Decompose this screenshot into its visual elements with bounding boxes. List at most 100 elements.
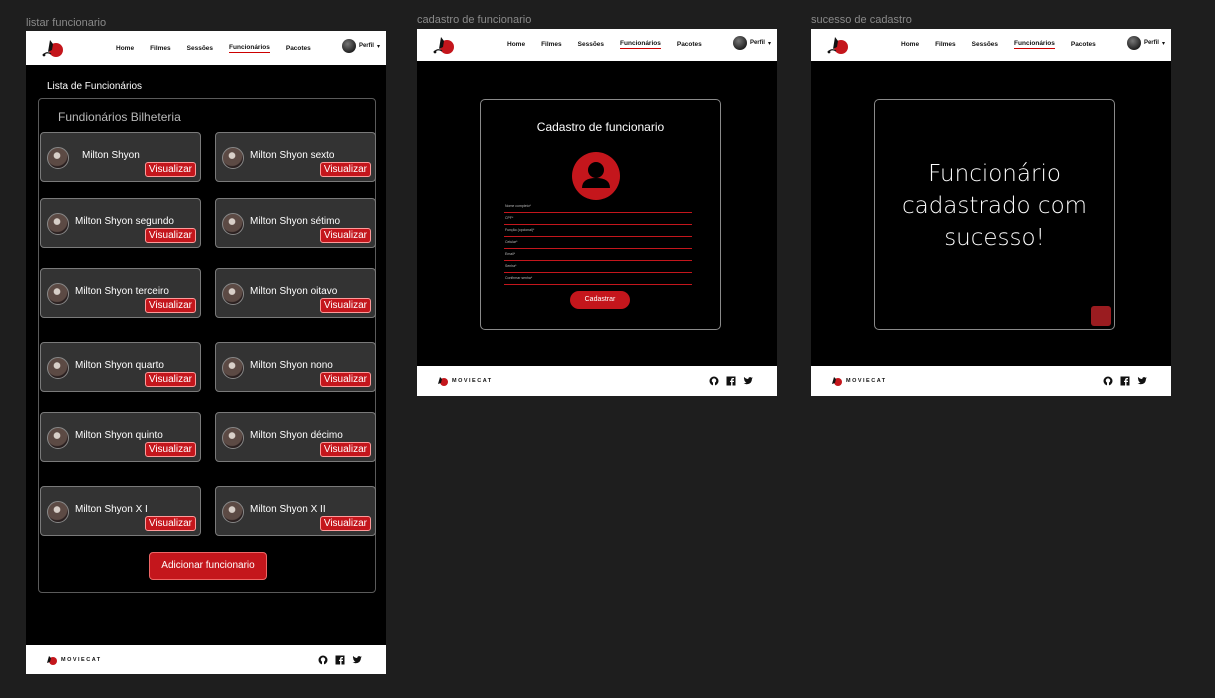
- nav-pacotes[interactable]: Pacotes: [1071, 41, 1096, 48]
- frame-label-success: sucesso de cadastro: [811, 14, 912, 26]
- employee-card[interactable]: Milton Shyon terceiro Visualizar: [40, 268, 201, 318]
- footer-logo[interactable]: MOVIECAT: [435, 375, 493, 387]
- form-field[interactable]: Confirmar senha*: [504, 274, 692, 285]
- form-field[interactable]: Senha*: [504, 262, 692, 273]
- avatar: [222, 213, 244, 235]
- footer: MOVIECAT: [811, 366, 1171, 396]
- footer-logo[interactable]: MOVIECAT: [44, 654, 102, 666]
- nav-filmes[interactable]: Filmes: [935, 41, 956, 48]
- form-field[interactable]: Nome completo*: [504, 202, 692, 213]
- employee-name: Milton Shyon décimo: [250, 430, 343, 441]
- nav-filmes[interactable]: Filmes: [150, 45, 171, 52]
- facebook-icon[interactable]: [1120, 376, 1130, 386]
- twitter-icon[interactable]: [352, 655, 362, 665]
- nav-sessoes[interactable]: Sessões: [187, 45, 213, 52]
- view-button[interactable]: Visualizar: [319, 372, 371, 387]
- avatar: [222, 357, 244, 379]
- close-button[interactable]: [1091, 306, 1111, 326]
- twitter-icon[interactable]: [1137, 376, 1147, 386]
- view-button[interactable]: Visualizar: [319, 516, 371, 531]
- employee-card[interactable]: Milton Shyon décimo Visualizar: [215, 412, 376, 462]
- profile-menu[interactable]: Perfil ▾: [1126, 36, 1165, 50]
- user-avatar-icon: [572, 152, 620, 200]
- employee-card[interactable]: Milton Shyon X II Visualizar: [215, 486, 376, 536]
- success-message: Funcionário cadastrado com sucesso!: [875, 158, 1114, 254]
- facebook-icon[interactable]: [335, 655, 345, 665]
- form-field[interactable]: Função (opcional)*: [504, 226, 692, 237]
- employee-card[interactable]: Milton Shyon Visualizar: [40, 132, 201, 182]
- profile-menu[interactable]: Perfil ▾: [341, 39, 380, 53]
- view-button[interactable]: Visualizar: [319, 162, 371, 177]
- github-icon[interactable]: [318, 655, 328, 665]
- employee-card[interactable]: Milton Shyon nono Visualizar: [215, 342, 376, 392]
- view-button[interactable]: Visualizar: [144, 372, 196, 387]
- moviecat-logo[interactable]: [825, 33, 851, 57]
- form-field[interactable]: CPF*: [504, 214, 692, 225]
- moviecat-logo-icon: [438, 377, 448, 386]
- view-button[interactable]: Visualizar: [319, 298, 371, 313]
- register-frame: Home Filmes Sessões Funcionários Pacotes…: [417, 29, 777, 396]
- employee-card[interactable]: Milton Shyon sexto Visualizar: [215, 132, 376, 182]
- moviecat-logo-icon: [832, 377, 842, 386]
- nav-funcionarios[interactable]: Funcionários: [229, 44, 270, 53]
- facebook-icon[interactable]: [726, 376, 736, 386]
- employee-card[interactable]: Milton Shyon quarto Visualizar: [40, 342, 201, 392]
- avatar: [222, 501, 244, 523]
- employee-card[interactable]: Milton Shyon oitavo Visualizar: [215, 268, 376, 318]
- nav-funcionarios[interactable]: Funcionários: [620, 40, 661, 49]
- nav-pacotes[interactable]: Pacotes: [286, 45, 311, 52]
- form-field-label: CPF*: [505, 216, 514, 220]
- nav-sessoes[interactable]: Sessões: [972, 41, 998, 48]
- view-button[interactable]: Visualizar: [144, 298, 196, 313]
- form-field-label: Senha*: [505, 264, 517, 268]
- nav-links: Home Filmes Sessões Funcionários Pacotes: [901, 29, 1096, 59]
- form-field[interactable]: Email*: [504, 250, 692, 261]
- github-icon[interactable]: [1103, 376, 1113, 386]
- footer-brand: MOVIECAT: [452, 378, 493, 384]
- profile-label: Perfil: [1143, 40, 1159, 46]
- success-line-2: cadastrado com: [901, 193, 1088, 219]
- nav-filmes[interactable]: Filmes: [541, 41, 562, 48]
- nav-pacotes[interactable]: Pacotes: [677, 41, 702, 48]
- view-button[interactable]: Visualizar: [144, 162, 196, 177]
- register-submit-button[interactable]: Cadastrar: [570, 291, 630, 309]
- top-nav: Home Filmes Sessões Funcionários Pacotes…: [26, 31, 386, 65]
- form-field-label: Celular*: [505, 240, 518, 244]
- twitter-icon[interactable]: [743, 376, 753, 386]
- employee-name: Milton Shyon oitavo: [250, 286, 338, 297]
- employee-card[interactable]: Milton Shyon sétimo Visualizar: [215, 198, 376, 248]
- nav-home[interactable]: Home: [901, 41, 919, 48]
- employee-card[interactable]: Milton Shyon segundo Visualizar: [40, 198, 201, 248]
- success-line-3: sucesso!: [944, 225, 1045, 251]
- avatar: [47, 147, 69, 169]
- avatar: [341, 39, 356, 53]
- form-field[interactable]: Celular*: [504, 238, 692, 249]
- avatar: [222, 283, 244, 305]
- form-field-label: Email*: [505, 252, 516, 256]
- employee-card[interactable]: Milton Shyon X I Visualizar: [40, 486, 201, 536]
- view-button[interactable]: Visualizar: [319, 442, 371, 457]
- avatar: [732, 36, 747, 50]
- nav-sessoes[interactable]: Sessões: [578, 41, 604, 48]
- success-line-1: Funcionário: [928, 161, 1061, 187]
- employee-name: Milton Shyon X I: [75, 504, 148, 515]
- moviecat-logo[interactable]: [431, 33, 457, 57]
- employee-name: Milton Shyon segundo: [75, 216, 174, 227]
- footer: MOVIECAT: [417, 366, 777, 396]
- footer-logo[interactable]: MOVIECAT: [829, 375, 887, 387]
- nav-home[interactable]: Home: [507, 41, 525, 48]
- social-links: [709, 376, 753, 386]
- employee-card[interactable]: Milton Shyon quinto Visualizar: [40, 412, 201, 462]
- view-button[interactable]: Visualizar: [144, 442, 196, 457]
- view-button[interactable]: Visualizar: [144, 516, 196, 531]
- nav-home[interactable]: Home: [116, 45, 134, 52]
- view-button[interactable]: Visualizar: [319, 228, 371, 243]
- profile-menu[interactable]: Perfil ▾: [732, 36, 771, 50]
- add-employee-button[interactable]: Adicionar funcionario: [149, 552, 267, 580]
- nav-funcionarios[interactable]: Funcionários: [1014, 40, 1055, 49]
- section-title: Fundionários Bilheteria: [58, 110, 181, 124]
- view-button[interactable]: Visualizar: [144, 228, 196, 243]
- github-icon[interactable]: [709, 376, 719, 386]
- moviecat-logo[interactable]: [40, 36, 66, 60]
- employee-name: Milton Shyon nono: [250, 360, 333, 371]
